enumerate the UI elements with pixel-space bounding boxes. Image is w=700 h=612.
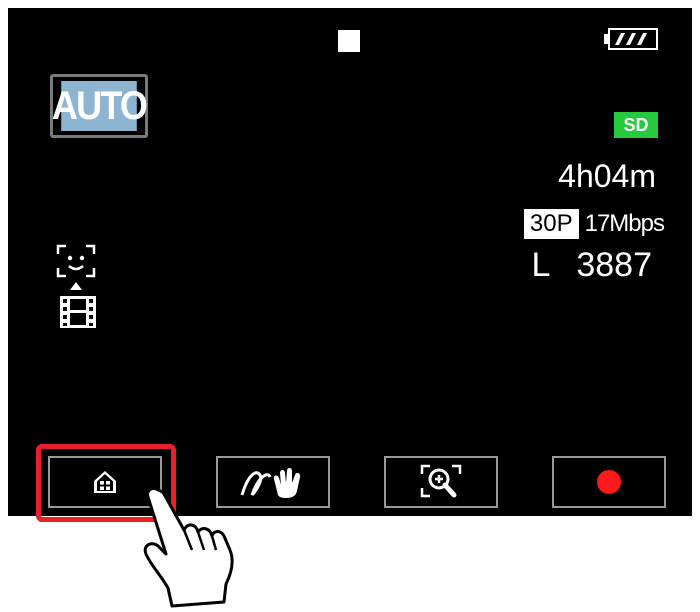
remaining-time: 4h04m (558, 158, 656, 194)
magnifier-plus-icon (420, 464, 462, 498)
photo-info: L 3887 (531, 246, 652, 285)
auto-mode-badge[interactable]: AUTO (50, 74, 148, 138)
record-button[interactable] (552, 456, 666, 508)
sd-card-badge: SD (614, 112, 658, 138)
pointing-hand-icon (143, 486, 234, 608)
photo-size: L (531, 246, 551, 284)
record-dot-icon (597, 470, 621, 494)
zoom-button[interactable] (384, 456, 498, 508)
battery-level-icon (615, 33, 647, 45)
recording-mode: 30P 17Mbps (523, 208, 665, 240)
frame-rate: 30P (523, 209, 579, 239)
hand-wave-icon (240, 468, 301, 498)
face-detection-icon (56, 244, 96, 290)
movie-icon (60, 296, 96, 328)
auto-mode-label: AUTO (52, 81, 148, 131)
bitrate: 17Mbps (584, 210, 665, 237)
photo-count: 3887 (576, 246, 652, 284)
stop-icon (338, 30, 360, 52)
